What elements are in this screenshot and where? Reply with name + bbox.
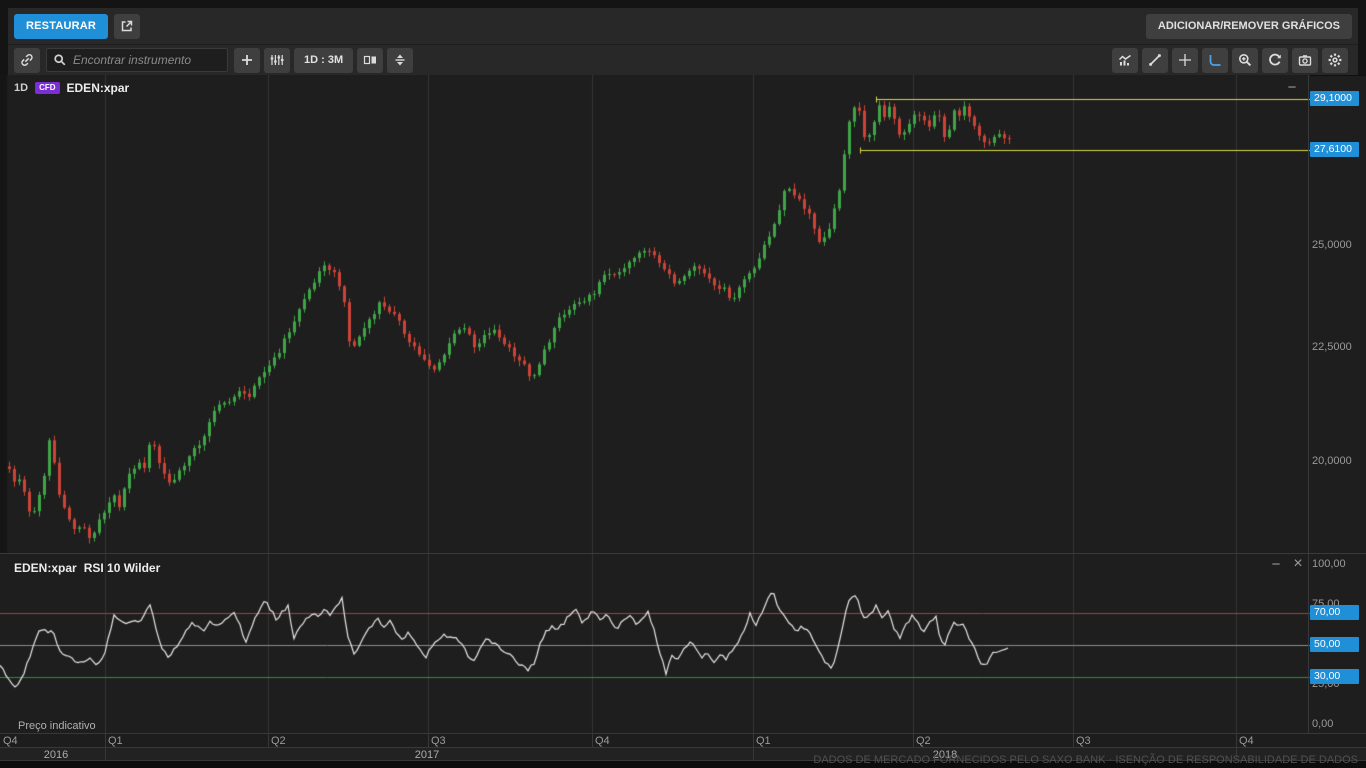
- search-input[interactable]: [71, 49, 227, 71]
- chart-type-icon: [1117, 52, 1133, 68]
- quarter-separator: [1236, 734, 1237, 747]
- time-axis-quarters[interactable]: Q4 Q1 Q2 Q3 Q4 Q1 Q2 Q3 Q4: [0, 733, 1366, 747]
- rsi-tick-label: 100,00: [1312, 558, 1346, 570]
- external-link-icon: [119, 18, 135, 34]
- rsi-level-badge[interactable]: 50,00: [1310, 637, 1359, 652]
- price-tick-label: 22,5000: [1312, 341, 1352, 353]
- add-remove-charts-button[interactable]: ADICIONAR/REMOVER GRÁFICOS: [1146, 14, 1352, 39]
- split-icon: [392, 52, 408, 68]
- add-icon: [239, 52, 255, 68]
- main-pane-collapse-button[interactable]: −: [1284, 82, 1300, 96]
- year-separator: [753, 748, 754, 760]
- year-label: 2017: [405, 749, 449, 761]
- quarter-label: Q4: [1239, 735, 1254, 747]
- pane-divider[interactable]: [0, 553, 1366, 554]
- camera-icon: [1297, 52, 1313, 68]
- trendline-icon: [1147, 52, 1163, 68]
- quarter-label: Q1: [756, 735, 771, 747]
- chart-type-button[interactable]: [1112, 48, 1138, 73]
- trendline-button[interactable]: [1142, 48, 1168, 73]
- refresh-button[interactable]: [1262, 48, 1288, 73]
- price-axis-border: [1308, 75, 1309, 761]
- open-in-new-window-button[interactable]: [114, 14, 140, 39]
- quarter-label: Q1: [108, 735, 123, 747]
- zoom-in-icon: [1237, 52, 1253, 68]
- timeframe-label: 1D: [14, 82, 28, 94]
- rsi-tick-label: 0,00: [1312, 718, 1333, 730]
- snapshot-button[interactable]: [1292, 48, 1318, 73]
- rsi-symbol-label: EDEN:xpar: [14, 561, 77, 575]
- quarter-label: Q4: [3, 735, 18, 747]
- settings-button[interactable]: [1322, 48, 1348, 73]
- quarter-label: Q3: [1076, 735, 1091, 747]
- link-icon: [19, 52, 35, 68]
- year-label: 2016: [34, 749, 78, 761]
- quarter-label: Q4: [595, 735, 610, 747]
- zoom-in-button[interactable]: [1232, 48, 1258, 73]
- market-data-disclaimer: DADOS DE MERCADO FORNECIDOS PELO SAXO BA…: [813, 754, 1358, 766]
- split-panes-button[interactable]: [387, 48, 413, 73]
- rsi-close-button[interactable]: ×: [1290, 558, 1306, 572]
- rsi-pane-header: EDEN:xpar RSI 10 Wilder: [14, 561, 160, 575]
- crosshair-button[interactable]: [1172, 48, 1198, 73]
- price-tick-label: 25,0000: [1312, 239, 1352, 251]
- rsi-chart-canvas[interactable]: [0, 553, 1310, 733]
- interval-button[interactable]: 1D : 3M: [294, 48, 353, 73]
- link-instrument-button[interactable]: [14, 48, 40, 73]
- add-instrument-button[interactable]: [234, 48, 260, 73]
- rsi-level-badge[interactable]: 70,00: [1310, 605, 1359, 620]
- layout-button[interactable]: [357, 48, 383, 73]
- quarter-separator: [753, 734, 754, 747]
- quarter-separator: [592, 734, 593, 747]
- instrument-symbol: EDEN:xpar: [67, 81, 130, 95]
- quarter-separator: [105, 734, 106, 747]
- window-header: RESTAURAR ADICIONAR/REMOVER GRÁFICOS: [8, 8, 1358, 44]
- gear-icon: [1327, 52, 1343, 68]
- indicative-price-label: Preço indicativo: [18, 720, 96, 732]
- layout-icon: [362, 52, 378, 68]
- restore-button[interactable]: RESTAURAR: [14, 14, 108, 39]
- chart-toolbar: 1D : 3M: [8, 44, 1358, 75]
- quarter-separator: [1073, 734, 1074, 747]
- quarter-separator: [428, 734, 429, 747]
- crosshair-icon: [1177, 52, 1193, 68]
- price-annotation-badge[interactable]: 27,6100: [1310, 142, 1359, 157]
- rsi-collapse-button[interactable]: −: [1268, 559, 1284, 573]
- quarter-separator: [268, 734, 269, 747]
- rsi-level-badge[interactable]: 30,00: [1310, 669, 1359, 684]
- quarter-separator: [913, 734, 914, 747]
- price-annotation-badge[interactable]: 29,1000: [1310, 91, 1359, 106]
- curve-tool-button[interactable]: [1202, 48, 1228, 73]
- search-icon: [47, 53, 71, 67]
- rsi-indicator-label: RSI 10 Wilder: [84, 561, 161, 575]
- quarter-label: Q2: [916, 735, 931, 747]
- price-chart-canvas[interactable]: [0, 75, 1310, 553]
- instrument-search: [46, 48, 228, 72]
- year-separator: [105, 748, 106, 760]
- indicators-button[interactable]: [264, 48, 290, 73]
- indicators-icon: [269, 52, 285, 68]
- trading-chart-window: RESTAURAR ADICIONAR/REMOVER GRÁFICOS: [0, 0, 1366, 768]
- refresh-icon: [1267, 52, 1283, 68]
- chart-area: 1D CFD EDEN:xpar − EDEN:xpar RSI 10 Wild…: [0, 75, 1366, 768]
- quarter-label: Q3: [431, 735, 446, 747]
- cfd-badge: CFD: [35, 82, 59, 94]
- price-tick-label: 20,0000: [1312, 455, 1352, 467]
- curve-icon: [1207, 52, 1223, 68]
- quarter-label: Q2: [271, 735, 286, 747]
- main-pane-header: 1D CFD EDEN:xpar: [14, 81, 129, 95]
